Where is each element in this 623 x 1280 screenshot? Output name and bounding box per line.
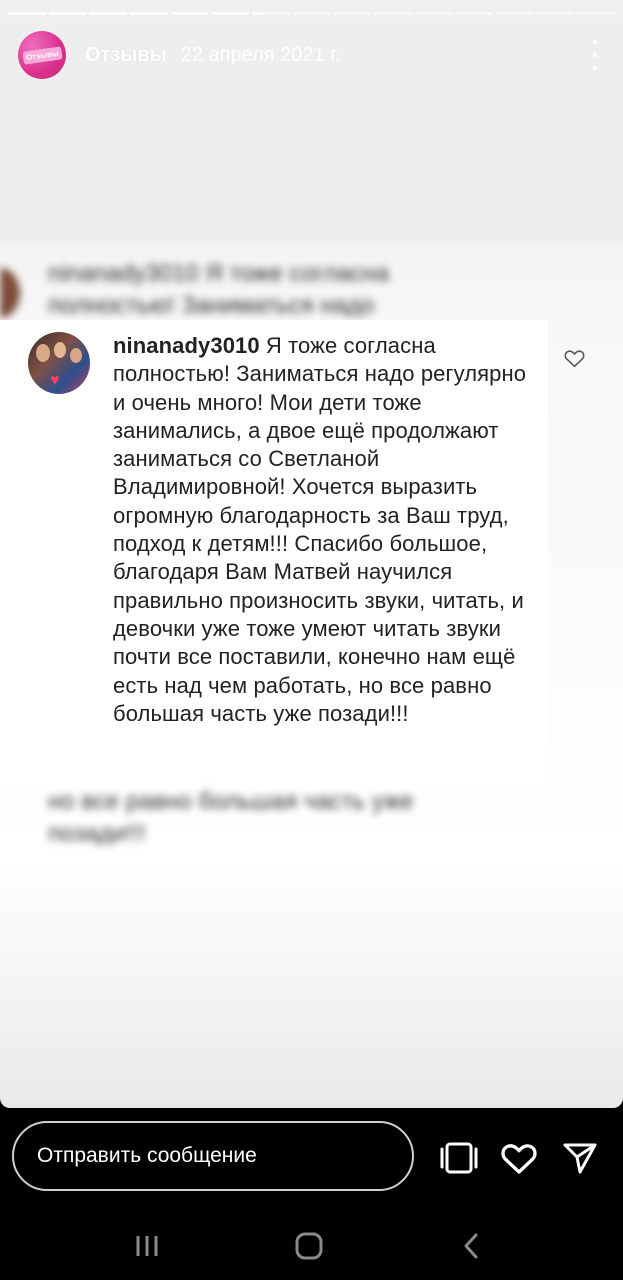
send-message-input[interactable]: Отправить сообщение bbox=[12, 1121, 414, 1191]
home-icon[interactable] bbox=[289, 1230, 329, 1262]
comment-body: Я тоже согласна полностью! Заниматься на… bbox=[113, 333, 527, 726]
story-content[interactable]: Отзывы Отзывы 22 апреля 2021 г. ninanady… bbox=[0, 0, 623, 1108]
progress-segment bbox=[292, 12, 331, 15]
send-icon[interactable] bbox=[560, 1138, 600, 1178]
blurred-line: полностью! Заниматься надо bbox=[48, 292, 375, 319]
recent-apps-icon[interactable] bbox=[127, 1230, 167, 1262]
comment-card: ♥ ninanady3010 Я тоже согласна полностью… bbox=[0, 320, 548, 790]
progress-segment bbox=[455, 12, 494, 15]
progress-segment bbox=[130, 12, 168, 15]
blurred-line: позади!!! bbox=[48, 820, 146, 847]
sticker-icon[interactable] bbox=[439, 1138, 479, 1178]
commenter-avatar: ♥ bbox=[28, 332, 90, 394]
comment-username: ninanady3010 bbox=[113, 333, 260, 358]
comment-text: ninanady3010 Я тоже согласна полностью! … bbox=[113, 332, 543, 728]
progress-segment bbox=[252, 12, 290, 15]
heart-outline-icon bbox=[564, 349, 585, 374]
system-navigation-bar bbox=[0, 1208, 623, 1280]
more-options-icon[interactable] bbox=[585, 40, 605, 70]
progress-segment bbox=[536, 12, 575, 15]
progress-segment bbox=[414, 12, 453, 15]
story-date: 22 апреля 2021 г. bbox=[180, 43, 341, 66]
progress-segment bbox=[8, 12, 46, 15]
heart-icon[interactable] bbox=[499, 1138, 539, 1178]
avatar-badge: Отзывы bbox=[21, 45, 63, 65]
story-header: Отзывы Отзывы 22 апреля 2021 г. bbox=[18, 30, 605, 80]
progress-segment bbox=[211, 12, 250, 15]
blurred-top-text: ninanady3010 Я тоже согласна полностью! … bbox=[0, 258, 623, 320]
progress-segment bbox=[577, 12, 616, 15]
progress-segment bbox=[496, 12, 534, 15]
heart-emoji-icon: ♥ bbox=[50, 372, 60, 389]
account-avatar[interactable]: Отзывы bbox=[18, 31, 66, 79]
blurred-line: но все равно большая часть уже bbox=[48, 788, 414, 815]
blurred-bottom-text: но все равно большая часть уже позади!!! bbox=[0, 786, 623, 850]
progress-segment bbox=[374, 12, 412, 15]
progress-segment bbox=[170, 12, 209, 15]
account-title[interactable]: Отзывы bbox=[85, 44, 167, 67]
progress-segment bbox=[89, 12, 128, 15]
back-icon[interactable] bbox=[451, 1230, 491, 1262]
progress-segment bbox=[48, 12, 87, 15]
blurred-avatar bbox=[0, 268, 20, 318]
blurred-line: ninanady3010 Я тоже согласна bbox=[48, 260, 390, 287]
story-progress bbox=[8, 12, 616, 15]
progress-segment bbox=[333, 12, 372, 15]
story-reply-bar: Отправить сообщение bbox=[0, 1108, 623, 1208]
send-message-placeholder: Отправить сообщение bbox=[37, 1144, 257, 1167]
